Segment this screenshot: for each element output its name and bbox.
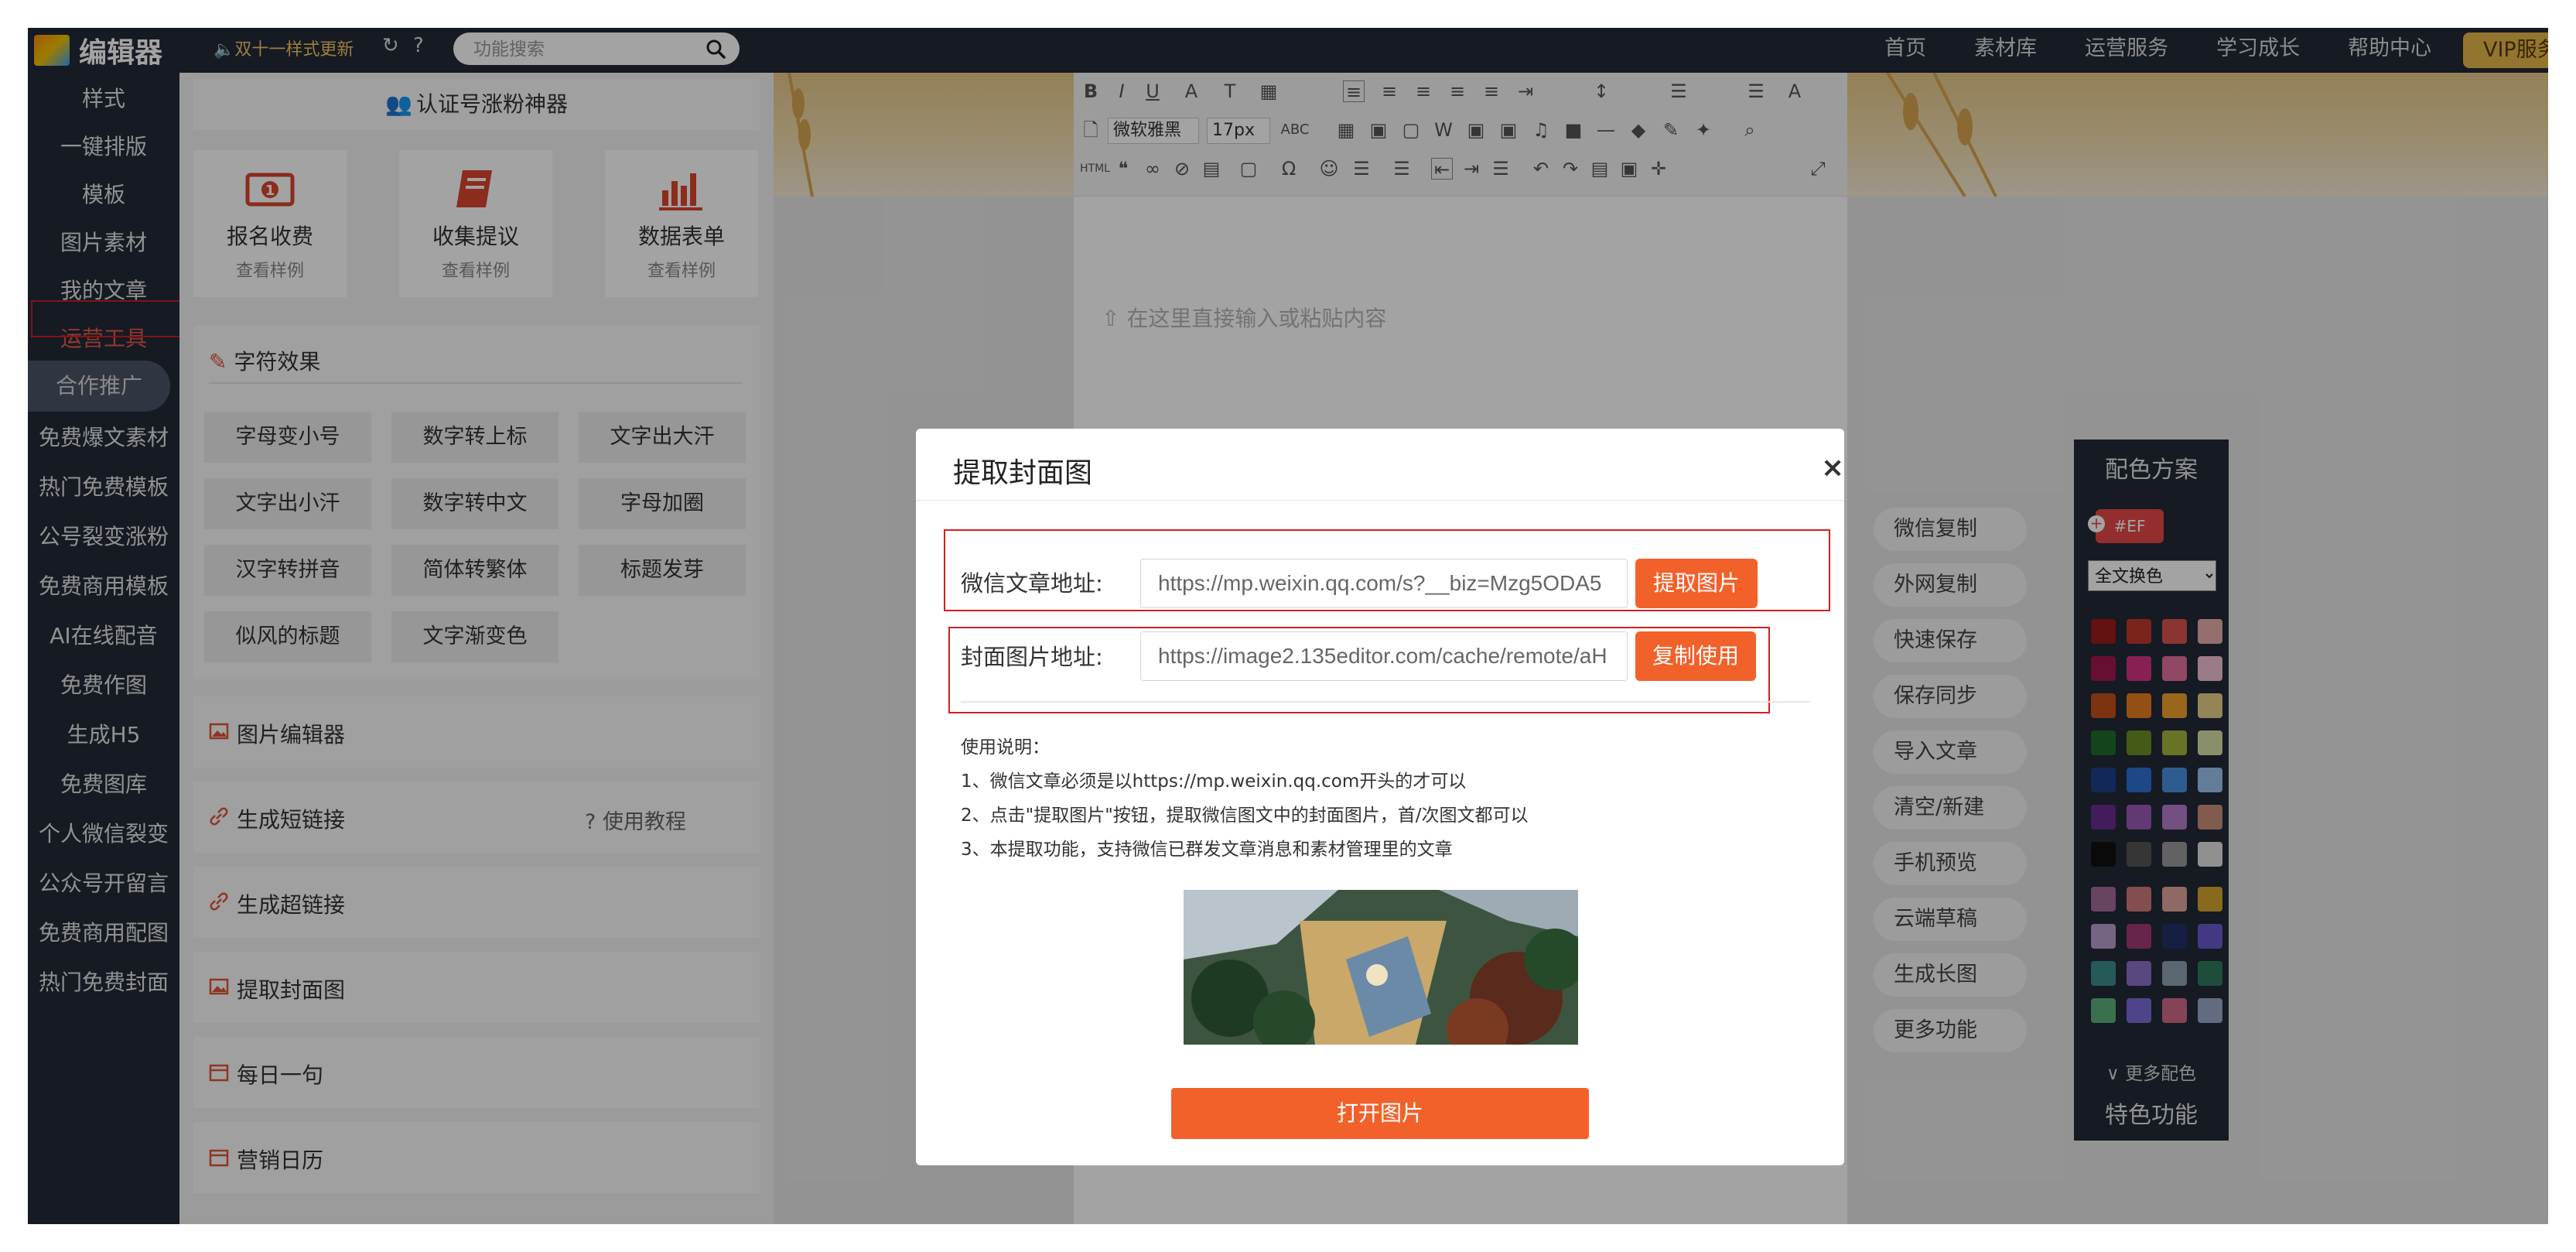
- article-url-input[interactable]: [1140, 559, 1628, 608]
- extract-image-button[interactable]: 提取图片: [1635, 559, 1758, 608]
- app-window: 编辑器 🔈双十一样式更新 ↻ ? 首页 素材库 运营服务 学习成长 帮助中心 V…: [28, 28, 2548, 1224]
- usage-line: 2、点击"提取图片"按钮，提取微信图文中的封面图片，首/次图文都可以: [961, 806, 1529, 826]
- field-divider: [961, 701, 1810, 703]
- open-image-button[interactable]: 打开图片: [1171, 1088, 1589, 1139]
- article-url-label: 微信文章地址:: [961, 570, 1103, 597]
- modal-title: 提取封面图: [953, 457, 1093, 489]
- usage-title: 使用说明：: [961, 737, 1050, 758]
- modal-divider: [916, 500, 1844, 501]
- cover-url-label: 封面图片地址:: [961, 644, 1103, 670]
- close-icon[interactable]: ×: [1821, 452, 1844, 484]
- extract-cover-modal: 提取封面图 × 微信文章地址: 提取图片 封面图片地址: 复制使用 使用说明： …: [916, 429, 1844, 1165]
- usage-line: 3、本提取功能，支持微信已群发文章消息和素材管理里的文章: [961, 840, 1453, 860]
- copy-use-button[interactable]: 复制使用: [1635, 631, 1756, 681]
- cover-image-preview[interactable]: [1184, 890, 1578, 1045]
- cover-url-input[interactable]: [1140, 631, 1628, 681]
- usage-line: 1、微信文章必须是以https://mp.weixin.qq.com开头的才可以: [961, 771, 1467, 792]
